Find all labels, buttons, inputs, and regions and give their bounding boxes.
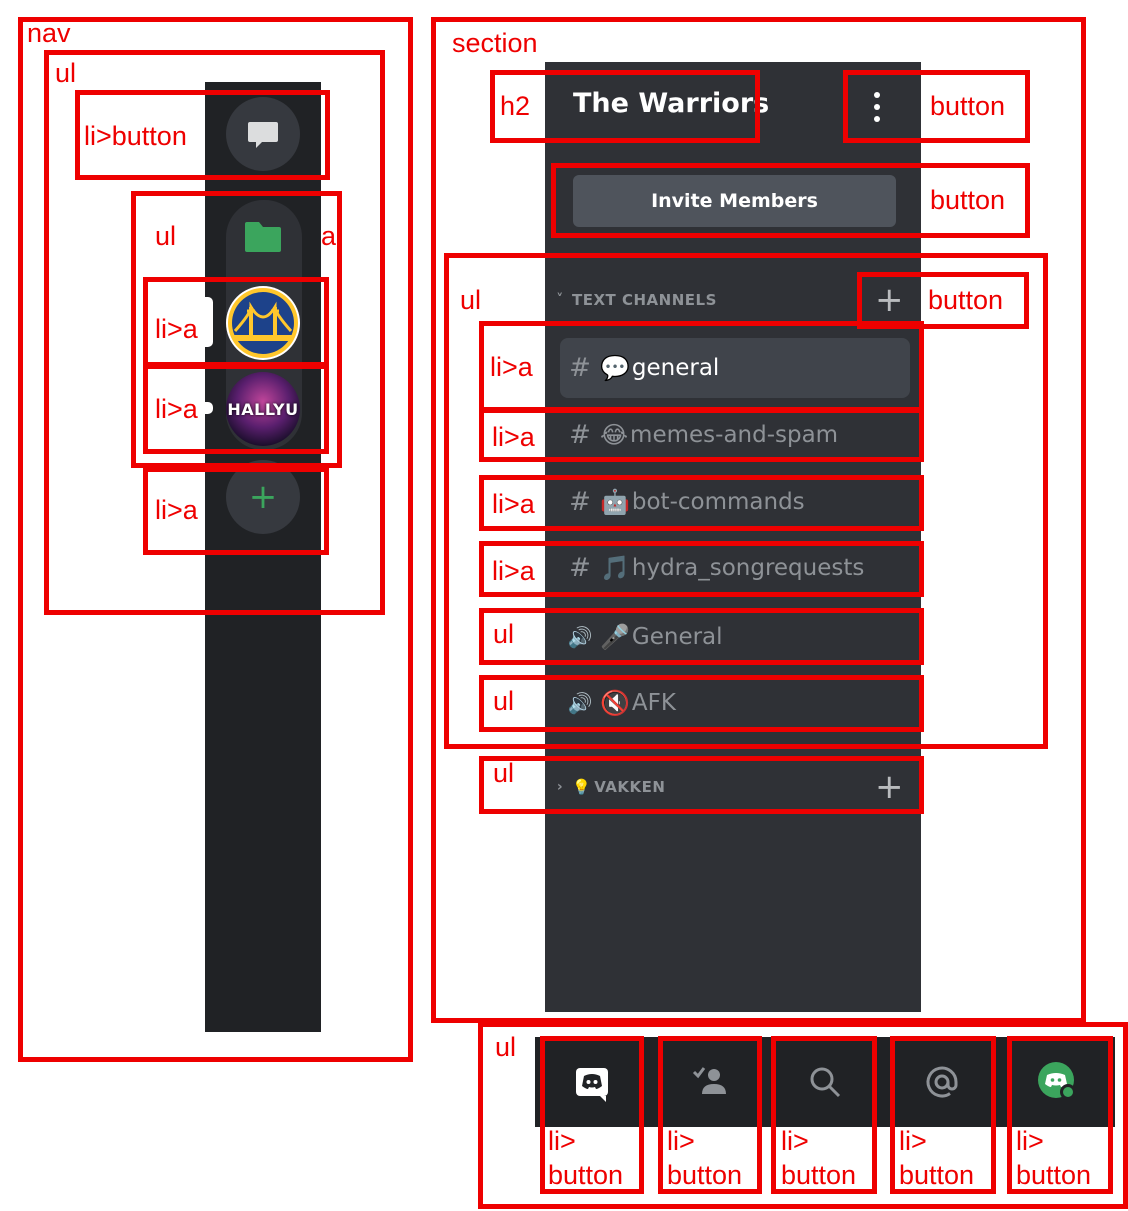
annotation-box-li-a (479, 541, 924, 597)
annotation-label-ul: ul (495, 1032, 517, 1062)
annotation-box-li-a (479, 475, 924, 531)
annotation-box-ul (479, 608, 924, 665)
annotation-label-ul: ul (493, 686, 515, 716)
annotation-label-li-button: li>button (84, 121, 187, 151)
annotation-label-h2: h2 (500, 91, 531, 121)
annotation-label-li-a: li>a (492, 422, 535, 452)
annotation-label-nav: nav (27, 18, 71, 48)
annotation-label-li: li> (899, 1126, 927, 1156)
annotation-label-section: section (452, 28, 538, 58)
annotation-box-li-a (479, 321, 924, 412)
annotation-label-button: button (781, 1160, 857, 1190)
annotation-label-li-a: li>a (490, 352, 533, 382)
annotation-label-button: button (1016, 1160, 1092, 1190)
annotation-label-ul: ul (493, 619, 515, 649)
annotation-label-button: button (928, 285, 1004, 315)
annotation-label-li: li> (1016, 1126, 1044, 1156)
annotation-box-li-a (479, 408, 924, 462)
annotation-label-li-a: li>a (155, 314, 198, 344)
annotation-label-button: button (930, 185, 1006, 215)
annotation-label-button: button (930, 91, 1006, 121)
annotation-label-li: li> (667, 1126, 695, 1156)
annotation-box-ul (479, 675, 924, 732)
annotation-label-ul: ul (460, 285, 482, 315)
annotation-label-a: a (321, 221, 337, 251)
annotation-label-li-a: li>a (492, 489, 535, 519)
annotation-box-h2 (490, 70, 760, 143)
annotation-label-li: li> (781, 1126, 809, 1156)
annotation-label-li-a: li>a (155, 495, 198, 525)
annotation-label-ul: ul (493, 758, 515, 788)
annotation-label-button: button (667, 1160, 743, 1190)
annotation-label-li: li> (548, 1126, 576, 1156)
annotation-label-li-a: li>a (492, 556, 535, 586)
annotation-label-button: button (899, 1160, 975, 1190)
annotation-label-ul: ul (55, 58, 77, 88)
annotation-label-button: button (548, 1160, 624, 1190)
annotation-label-ul: ul (155, 221, 177, 251)
annotation-label-li-a: li>a (155, 394, 198, 424)
annotation-box-ul (479, 756, 924, 814)
